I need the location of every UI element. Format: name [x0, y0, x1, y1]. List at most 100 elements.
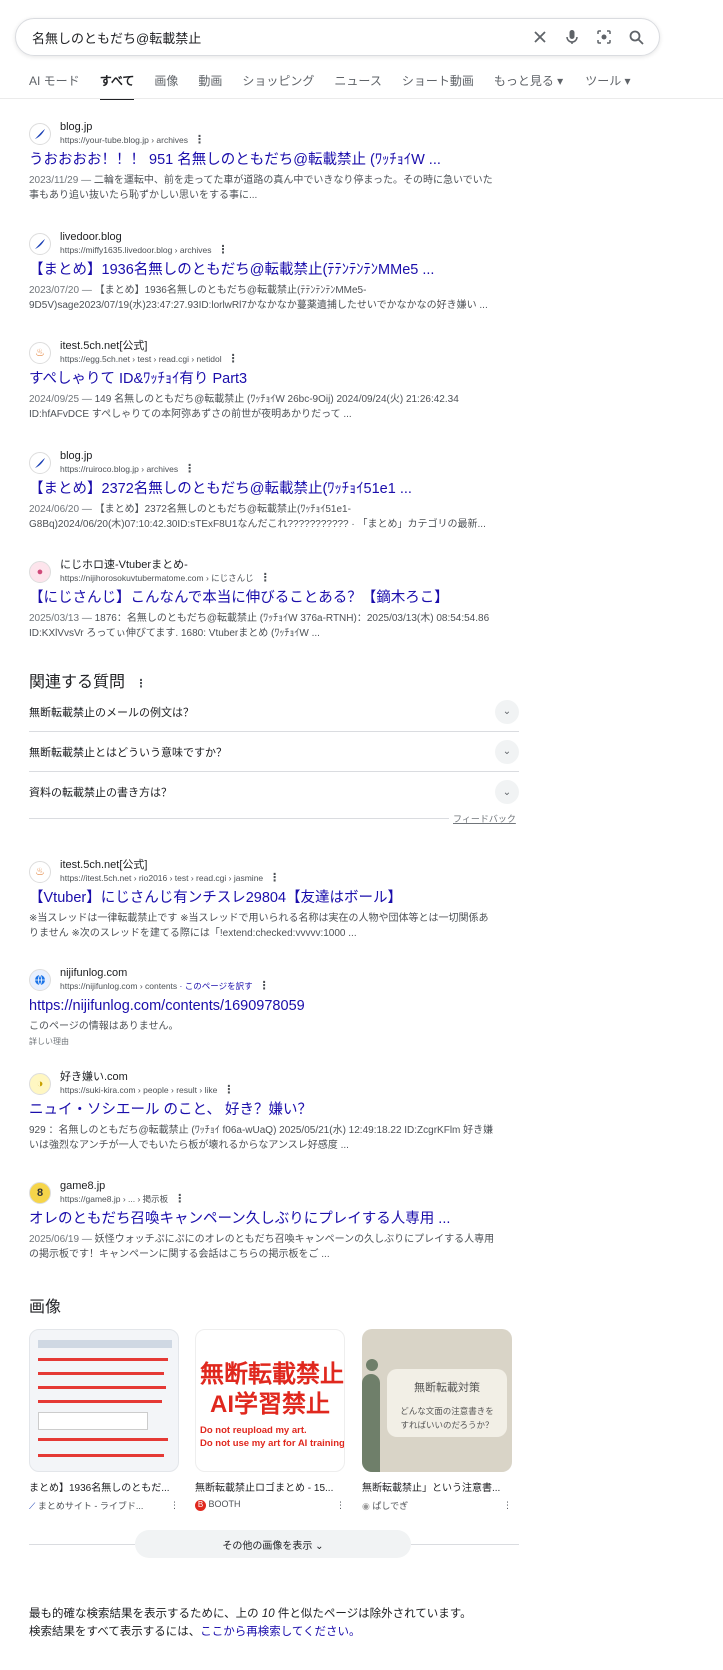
image-card[interactable]: まとめ】1936名無しのともだ... ⟋ まとめサイト - ライブド... ⋮ [29, 1329, 179, 1512]
image-thumbnail[interactable] [29, 1329, 179, 1472]
more-options-icon[interactable]: ⋮ [170, 1500, 179, 1511]
omitted-results-notice: 最も的確な検索結果を表示するために、上の 10 件と似たページは除外されています… [29, 1605, 472, 1641]
image-card[interactable]: 無断転載対策 どんな文面の注意書きを すればいいのだろうか？ 無断転載禁止」とい… [362, 1329, 512, 1512]
tab-news[interactable]: ニュース [334, 72, 381, 100]
more-options-icon[interactable]: ⋮ [218, 244, 229, 256]
result-site-name: livedoor.blog [60, 231, 122, 243]
image-source: BOOTH [208, 1499, 241, 1509]
search-result: nijifunlog.com https://nijifunlog.com › … [29, 967, 519, 1049]
result-url: https://game8.jp › ... › 掲示板 [60, 1194, 169, 1204]
result-site-name: 好き嫌い.com [60, 1071, 128, 1083]
tab-ai-mode[interactable]: AI モード [29, 72, 80, 100]
tab-videos[interactable]: 動画 [198, 72, 222, 100]
result-date: 2024/09/25 — [29, 394, 92, 405]
image-thumbnail[interactable]: 無断転載禁止 AI学習禁止 Do not reupload my art. Do… [195, 1329, 345, 1472]
chevron-down-icon[interactable]: ⌄ [495, 780, 519, 804]
search-result: ◑ 好き嫌い.com https://suki-kira.com › peopl… [29, 1071, 519, 1153]
more-options-icon[interactable]: ⋮ [174, 1193, 185, 1205]
result-date: 2025/03/13 — [29, 613, 92, 624]
result-date: 2023/07/20 — [29, 285, 92, 296]
result-snippet: ※当スレッドは一律転載禁止です ※当スレッドで用いられる名称は実在の人物や団体等… [29, 913, 489, 924]
search-result: livedoor.blog https://miffy1635.livedoor… [29, 231, 519, 313]
source-favicon-icon: ◉ [362, 1501, 370, 1511]
game8-favicon-icon: 8 [29, 1181, 51, 1204]
more-options-icon[interactable]: ⋮ [336, 1500, 345, 1511]
result-title-link[interactable]: すぺしゃりて ID&ﾜｯﾁｮｲ有り Part3 [29, 370, 519, 389]
image-source: まとめサイト - ライブド... [37, 1501, 144, 1511]
question-text: 無断転載禁止とはどういう意味ですか？ [29, 746, 227, 759]
result-title-link[interactable]: https://nijifunlog.com/contents/16909780… [29, 997, 519, 1016]
tab-more[interactable]: もっと見る ▾ [494, 72, 563, 100]
related-question[interactable]: 無断転載禁止とはどういう意味ですか？ ⌄ [29, 732, 519, 772]
translate-link[interactable]: · このページを訳す [180, 981, 253, 991]
thumb-text: すればいいのだろうか？ [400, 1421, 494, 1431]
tab-short-videos[interactable]: ショート動画 [402, 72, 474, 100]
search-box[interactable] [15, 18, 660, 56]
result-snippet-cont: の掲示板です！キャンペーンに関する会話はこちらの掲示板をご ... [29, 1249, 330, 1260]
result-title-link[interactable]: うおおおお！！！ 951 名無しのともだち@転載禁止 (ﾜｯﾁｮｲW ... [29, 151, 519, 170]
notice-text: 最も的確な検索結果を表示するために、上の [29, 1608, 262, 1620]
repeat-search-link[interactable]: ここから再検索してください。 [200, 1626, 360, 1638]
search-result: ♨ itest.5ch.net[公式] https://itest.5ch.ne… [29, 859, 519, 941]
result-snippet: 妖怪ウォッチぷにぷにのオレのともだち召喚キャンペーンの久しぶりにプレイする人専用 [91, 1234, 495, 1245]
image-caption[interactable]: 無断転載禁止」という注意書... [362, 1479, 512, 1494]
more-options-icon[interactable]: ⋮ [228, 353, 239, 365]
tab-images[interactable]: 画像 [154, 72, 178, 100]
show-more-images-button[interactable]: その他の画像を表示 ⌄ [135, 1530, 411, 1558]
related-questions-heading: 関連する質問 ⋮ [29, 668, 146, 692]
image-caption[interactable]: 無断転載禁止ロゴまとめ - 15... [195, 1479, 345, 1494]
tab-shopping[interactable]: ショッピング [242, 72, 314, 100]
divider [29, 1544, 135, 1545]
suki-kira-favicon-icon: ◑ [29, 1072, 51, 1095]
search-result: ● にじホロ速-Vtuberまとめ- https://nijihorosokuv… [29, 559, 519, 641]
tab-tools[interactable]: ツール ▾ [585, 72, 630, 100]
result-site-name: nijifunlog.com [60, 967, 128, 979]
result-snippet: 929 ：名無しのともだち@転載禁止 (ﾜｯﾁｮｲ f06a-wUaQ) 202… [29, 1125, 494, 1136]
notice-text: 件と似たページは除外されています。 [274, 1608, 472, 1620]
image-caption[interactable]: まとめ】1936名無しのともだ... [29, 1479, 179, 1494]
result-snippet: 1876：名無しのともだち@転載禁止 (ﾜｯﾁｮｲW 376a-RTNH)：20… [91, 613, 490, 624]
nijihoro-favicon-icon: ● [29, 560, 51, 583]
result-title-link[interactable]: オレのともだち召喚キャンペーン久しぶりにプレイする人専用 ... [29, 1210, 519, 1229]
more-options-icon[interactable]: ⋮ [194, 134, 205, 146]
more-options-icon[interactable]: ⋮ [260, 572, 271, 584]
image-card[interactable]: 無断転載禁止 AI学習禁止 Do not reupload my art. Do… [195, 1329, 345, 1511]
microphone-icon[interactable] [563, 28, 581, 46]
divider [411, 1544, 519, 1545]
notice-text: 検索結果をすべて表示するには、 [29, 1626, 201, 1638]
related-question[interactable]: 無断転載禁止のメールの例文は？ ⌄ [29, 692, 519, 732]
globe-icon [29, 968, 51, 991]
result-title-link[interactable]: 【まとめ】2372名無しのともだち@転載禁止(ﾜｯﾁｮｲ51e1 ... [29, 480, 519, 499]
clear-icon[interactable] [531, 28, 549, 46]
more-options-icon[interactable]: ⋮ [259, 980, 270, 992]
blog-favicon-icon [29, 122, 51, 145]
more-options-icon[interactable]: ⋮ [503, 1500, 512, 1511]
detail-link[interactable]: 詳しい理由 [29, 1037, 69, 1046]
chevron-down-icon[interactable]: ⌄ [495, 739, 519, 764]
related-question[interactable]: 資料の転載禁止の書き方は？ ⌄ [29, 772, 519, 812]
result-title-link[interactable]: 【にじさんじ】こんなんで本当に伸びることある？【鏑木ろこ】 [29, 589, 519, 608]
lens-icon[interactable] [595, 28, 613, 46]
result-snippet-cont: G8Bq)2024/06/20(木)07:10:42.30ID:sTExF8U1… [29, 519, 486, 530]
result-title-link[interactable]: 【まとめ】1936名無しのともだち@転載禁止(ﾃﾃﾝﾃﾝﾃﾝMMe5 ... [29, 261, 519, 280]
result-title-link[interactable]: ニュイ・ソシエール のこと、 好き？嫌い？ [29, 1101, 519, 1120]
more-options-icon[interactable]: ⋮ [135, 678, 146, 690]
result-title-link[interactable]: 【Vtuber】にじさんじ有ンチスレ29804【友達はボール】 [29, 889, 519, 908]
feedback-link[interactable]: フィードバック [453, 812, 516, 825]
search-input[interactable] [30, 28, 531, 46]
result-snippet-cont: いは強烈なアンチが一人でもいたら板が壊れるからなアンスレ好感度 ... [29, 1140, 349, 1151]
result-snippet-cont: ID:hfAFvDCE すぺしゃりての本阿弥あずさの前世が夜明あかりだって ..… [29, 409, 352, 420]
livedoor-favicon-icon [29, 232, 51, 255]
tab-all[interactable]: すべて [99, 72, 135, 100]
booth-favicon-icon: B [195, 1500, 206, 1511]
more-options-icon[interactable]: ⋮ [269, 872, 280, 884]
more-options-icon[interactable]: ⋮ [223, 1084, 234, 1096]
image-thumbnail[interactable]: 無断転載対策 どんな文面の注意書きを すればいいのだろうか？ [362, 1329, 512, 1472]
tabs-divider [0, 98, 723, 99]
result-url: https://miffy1635.livedoor.blog › archiv… [60, 245, 212, 255]
divider [29, 818, 449, 819]
chevron-down-icon[interactable]: ⌄ [495, 699, 519, 724]
result-site-name: itest.5ch.net[公式] [60, 340, 148, 352]
more-options-icon[interactable]: ⋮ [184, 463, 195, 475]
search-icon[interactable] [627, 28, 645, 46]
